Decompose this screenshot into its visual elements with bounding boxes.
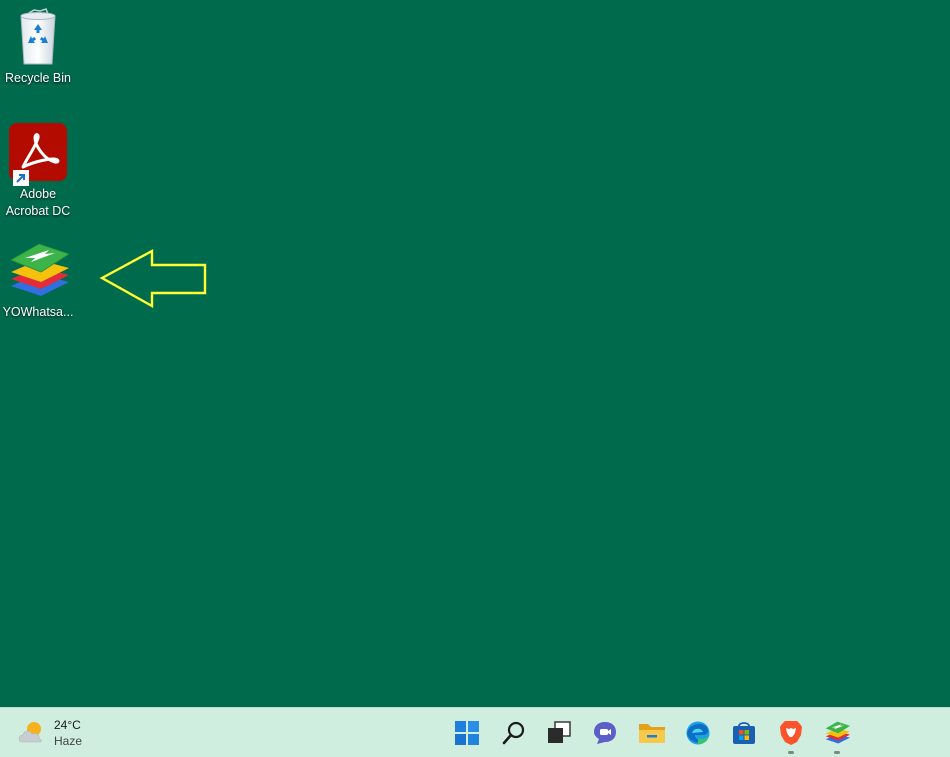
store-button[interactable] [727, 716, 761, 750]
windows-start-icon [455, 721, 479, 745]
desktop-icon-label: Adobe Acrobat DC [5, 187, 71, 218]
recycle-bin-icon [7, 6, 69, 68]
bluestacks-button[interactable] [820, 716, 854, 754]
task-view-button[interactable] [542, 716, 576, 750]
brave-button[interactable] [774, 716, 808, 754]
bluestacks-icon [825, 721, 850, 744]
desktop-icon-label: YOWhatsa... [2, 305, 74, 319]
edge-button[interactable] [681, 716, 715, 750]
desktop[interactable]: Recycle Bin Adobe Acrobat DC YOWhatsa... [0, 0, 950, 707]
weather-temperature: 24°C [54, 718, 81, 732]
running-indicator [788, 751, 794, 754]
edge-icon [686, 721, 710, 745]
taskbar: 24°C Haze [0, 707, 950, 757]
weather-widget[interactable]: 24°C Haze [18, 716, 82, 750]
weather-condition: Haze [54, 734, 83, 748]
search-icon [502, 721, 525, 745]
desktop-icon-yowhatsapp[interactable]: YOWhatsa... [0, 240, 76, 321]
task-view-icon [548, 721, 571, 743]
desktop-icon-adobe-acrobat[interactable]: Adobe Acrobat DC [0, 122, 76, 220]
brave-icon [780, 721, 802, 745]
partly-cloudy-icon [18, 722, 42, 743]
shortcut-arrow-icon [13, 170, 29, 186]
bluestacks-icon [7, 240, 70, 302]
adobe-acrobat-icon [7, 122, 69, 186]
chat-button[interactable] [588, 716, 622, 750]
desktop-icon-label: Recycle Bin [5, 71, 71, 85]
file-explorer-button[interactable] [635, 716, 669, 750]
yellow-arrow-left-icon [99, 248, 207, 309]
start-button[interactable] [450, 716, 484, 750]
teams-chat-icon [594, 722, 616, 744]
store-icon [733, 722, 755, 744]
file-explorer-icon [639, 724, 665, 743]
search-button[interactable] [497, 716, 531, 750]
desktop-icon-recycle-bin[interactable]: Recycle Bin [0, 6, 76, 87]
running-indicator [834, 751, 840, 754]
